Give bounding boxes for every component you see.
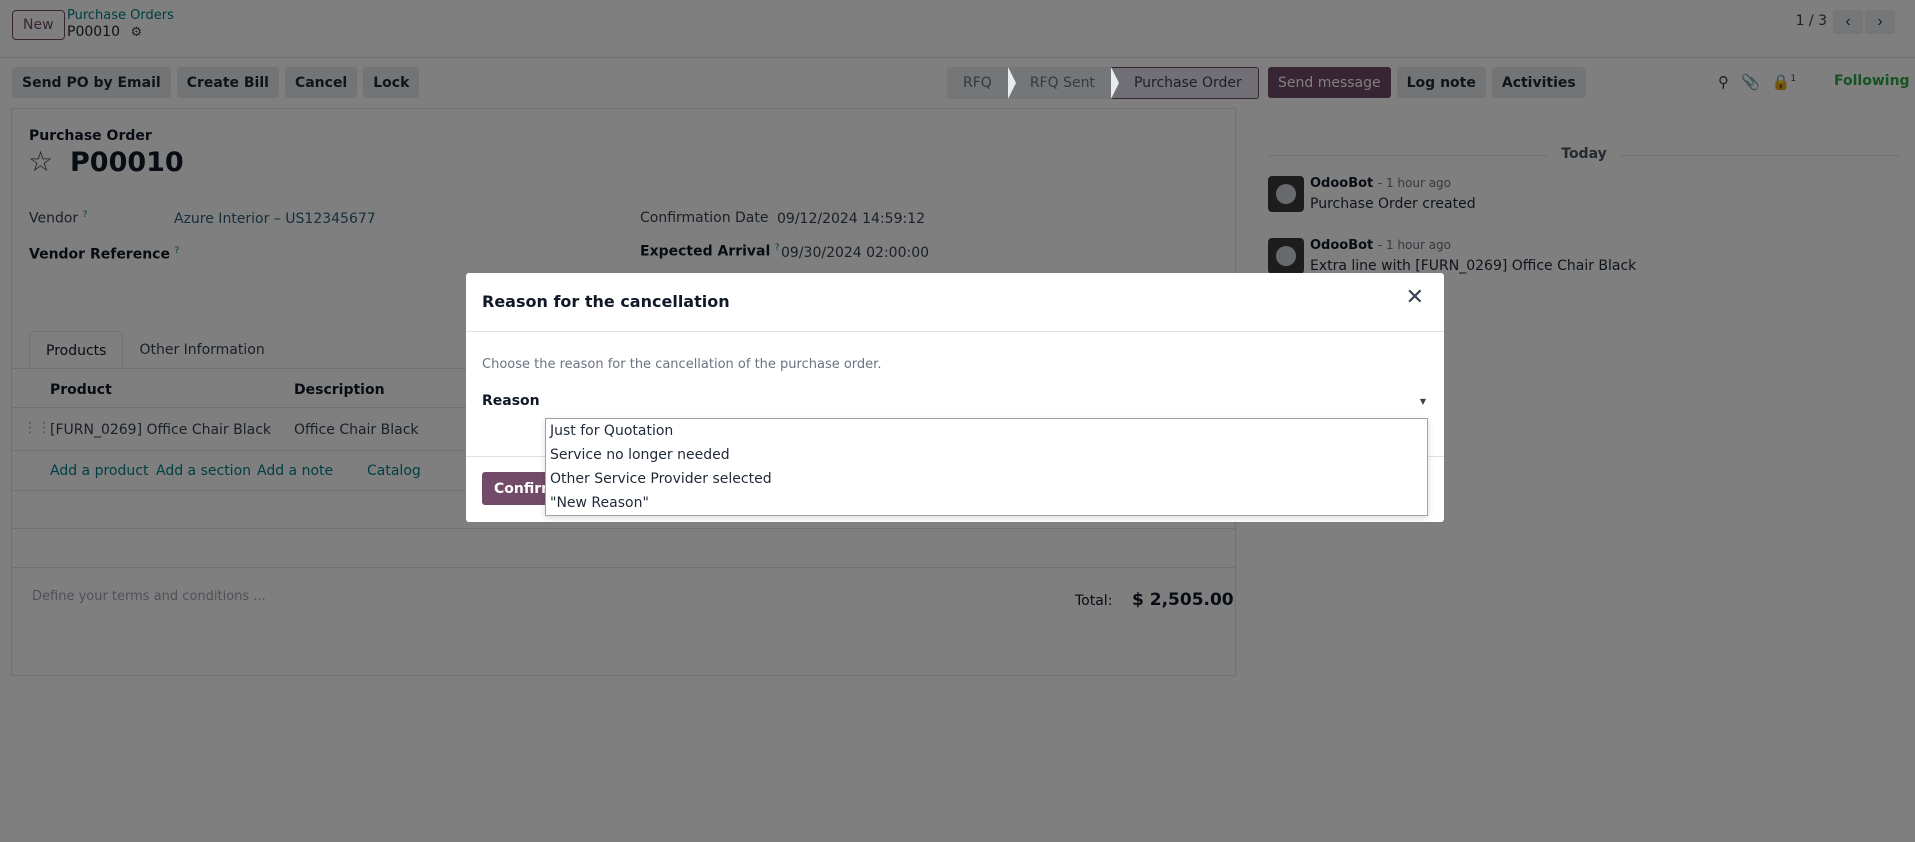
reason-dropdown: Just for Quotation Service no longer nee…	[545, 418, 1428, 516]
reason-option[interactable]: Other Service Provider selected	[546, 467, 1427, 491]
reason-label: Reason	[482, 393, 540, 409]
dialog-title: Reason for the cancellation	[482, 292, 730, 311]
reason-option[interactable]: Just for Quotation	[546, 419, 1427, 443]
divider	[466, 331, 1444, 332]
reason-option[interactable]: Service no longer needed	[546, 443, 1427, 467]
caret-down-icon[interactable]: ▼	[1420, 397, 1426, 406]
reason-select[interactable]: ▼	[546, 393, 1426, 413]
dialog-description: Choose the reason for the cancellation o…	[482, 357, 882, 372]
close-icon[interactable]: ✕	[1406, 287, 1424, 309]
reason-option[interactable]: "New Reason"	[546, 491, 1427, 515]
